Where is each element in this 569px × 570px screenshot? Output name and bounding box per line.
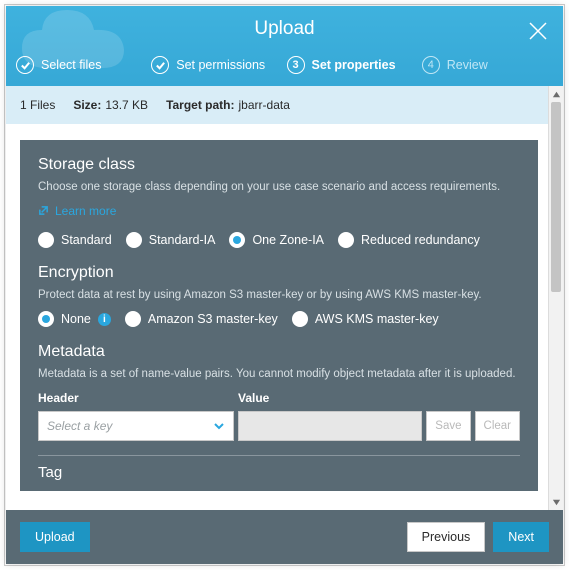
radio-icon <box>338 232 354 248</box>
metadata-value-input[interactable] <box>238 411 422 441</box>
target-path: Target path:jbarr-data <box>166 98 290 112</box>
scroll-thumb[interactable] <box>551 102 561 292</box>
properties-panel: Storage class Choose one storage class d… <box>20 140 538 491</box>
radio-kms-master-key[interactable]: AWS KMS master-key <box>292 311 439 327</box>
previous-button[interactable]: Previous <box>407 522 486 552</box>
step-select-files[interactable]: Select files <box>16 56 147 74</box>
metadata-save-button[interactable]: Save <box>426 411 470 441</box>
learn-more-link[interactable]: Learn more <box>38 204 116 218</box>
metadata-clear-button[interactable]: Clear <box>475 411 520 441</box>
file-size: Size:13.7 KB <box>73 98 148 112</box>
col-value: Value <box>238 391 269 405</box>
step-review[interactable]: 4 Review <box>422 56 553 74</box>
radio-icon <box>125 311 141 327</box>
file-summary-bar: 1 Files Size:13.7 KB Target path:jbarr-d… <box>6 86 548 124</box>
radio-icon <box>292 311 308 327</box>
metadata-heading: Metadata <box>38 343 520 361</box>
storage-class-heading: Storage class <box>38 156 520 174</box>
check-icon <box>16 56 34 74</box>
external-link-icon <box>38 205 49 216</box>
metadata-key-select[interactable]: Select a key <box>38 411 234 441</box>
step-label: Set permissions <box>176 58 265 72</box>
step-set-permissions[interactable]: Set permissions <box>151 56 282 74</box>
vertical-scrollbar[interactable] <box>548 86 563 510</box>
dialog-footer: Upload Previous Next <box>6 510 563 564</box>
encryption-options: Nonei Amazon S3 master-key AWS KMS maste… <box>38 311 520 327</box>
check-icon <box>151 56 169 74</box>
radio-icon <box>38 232 54 248</box>
step-label: Select files <box>41 58 101 72</box>
next-button[interactable]: Next <box>493 522 549 552</box>
file-count: 1 Files <box>20 98 55 112</box>
scroll-up-arrow-icon[interactable] <box>549 86 563 102</box>
radio-one-zone-ia[interactable]: One Zone-IA <box>229 232 324 248</box>
radio-standard-ia[interactable]: Standard-IA <box>126 232 216 248</box>
upload-button[interactable]: Upload <box>20 522 90 552</box>
close-button[interactable] <box>527 20 549 42</box>
wizard-steps: Select files Set permissions 3 Set prope… <box>6 50 563 86</box>
radio-standard[interactable]: Standard <box>38 232 112 248</box>
encryption-subtext: Protect data at rest by using Amazon S3 … <box>38 288 520 304</box>
tag-heading: Tag <box>38 455 520 481</box>
step-number: 4 <box>422 56 440 74</box>
metadata-columns: Header Value <box>38 391 520 405</box>
metadata-subtext: Metadata is a set of name-value pairs. Y… <box>38 367 520 383</box>
chevron-down-icon <box>213 420 225 432</box>
scroll-down-arrow-icon[interactable] <box>549 494 563 510</box>
storage-class-subtext: Choose one storage class depending on yo… <box>38 180 520 196</box>
encryption-heading: Encryption <box>38 264 520 282</box>
body-scroll[interactable]: 1 Files Size:13.7 KB Target path:jbarr-d… <box>6 86 548 510</box>
select-placeholder: Select a key <box>47 419 112 433</box>
dialog-header: Upload Select files Set permissions 3 Se… <box>6 6 563 86</box>
dialog-title: Upload <box>254 18 314 39</box>
radio-icon <box>38 311 54 327</box>
radio-reduced-redundancy[interactable]: Reduced redundancy <box>338 232 480 248</box>
col-header: Header <box>38 391 238 405</box>
radio-icon <box>126 232 142 248</box>
info-icon[interactable]: i <box>98 313 111 326</box>
storage-class-options: Standard Standard-IA One Zone-IA Reduced… <box>38 232 520 248</box>
step-label: Set properties <box>312 58 396 72</box>
step-set-properties[interactable]: 3 Set properties <box>287 56 418 74</box>
radio-icon <box>229 232 245 248</box>
step-label: Review <box>447 58 488 72</box>
radio-s3-master-key[interactable]: Amazon S3 master-key <box>125 311 278 327</box>
upload-dialog: Upload Select files Set permissions 3 Se… <box>6 6 563 564</box>
step-number: 3 <box>287 56 305 74</box>
radio-none[interactable]: Nonei <box>38 311 111 327</box>
metadata-row: Select a key Save Clear <box>38 411 520 441</box>
scroll-track[interactable] <box>549 102 563 494</box>
